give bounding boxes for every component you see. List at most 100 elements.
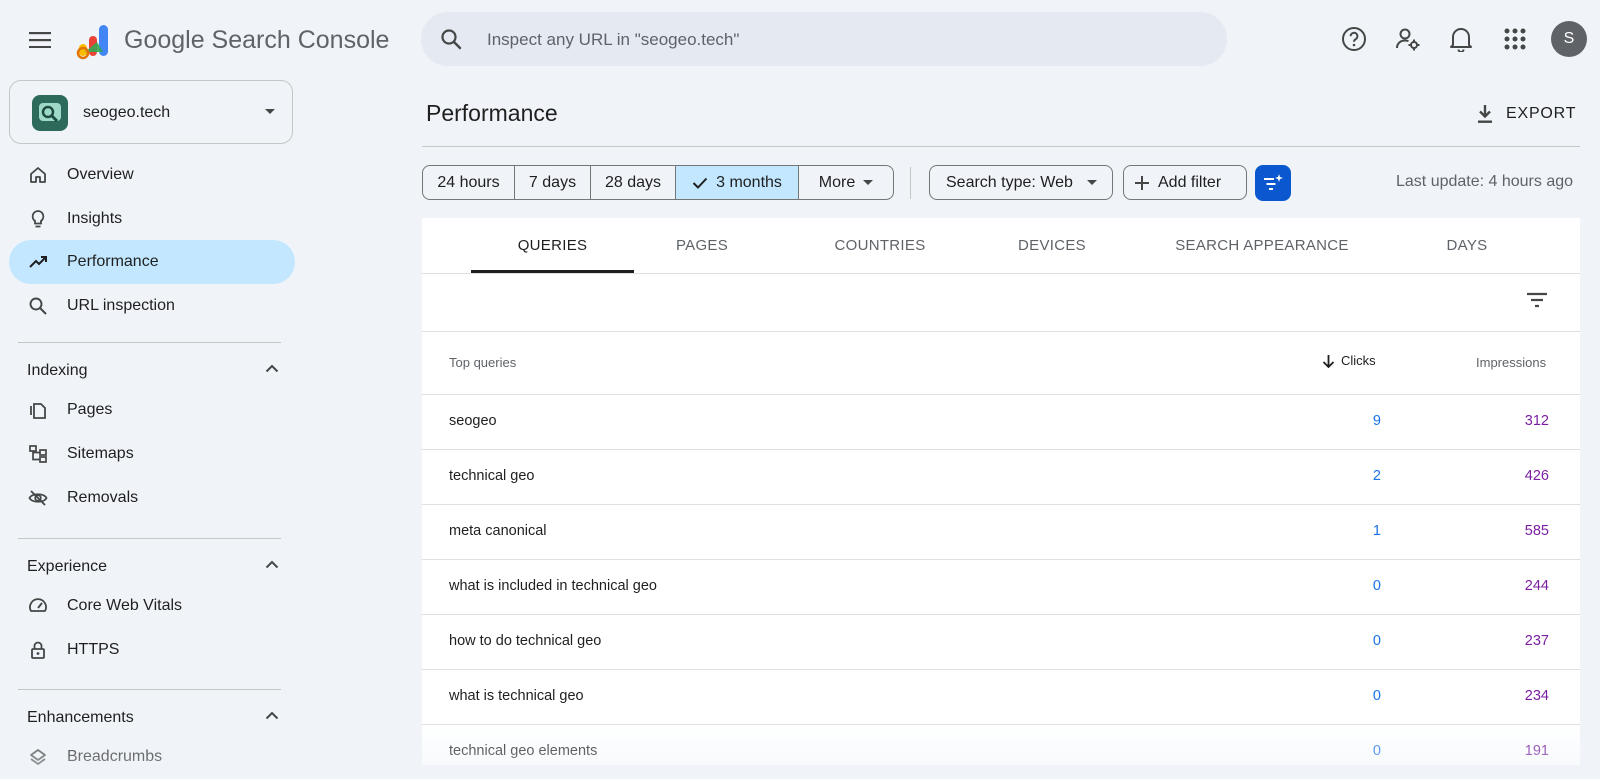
property-logo-icon <box>39 103 61 122</box>
clicks-header-label: Clicks <box>1341 353 1376 368</box>
account-avatar[interactable]: S <box>1551 21 1587 57</box>
clicks-cell: 0 <box>1372 688 1381 704</box>
table-row[interactable]: what is included in technical geo 0 244 <box>422 560 1580 615</box>
caret-down-icon <box>265 109 275 114</box>
table-row[interactable]: technical geo elements 0 191 <box>422 725 1580 779</box>
tab-countries[interactable]: COUNTRIES <box>812 218 948 273</box>
clicks-cell: 0 <box>1372 578 1381 594</box>
table-header: Top queries Clicks Impressions <box>422 332 1580 395</box>
impressions-cell: 585 <box>1524 523 1549 539</box>
page-title: Performance <box>426 100 558 126</box>
range-7-days[interactable]: 7 days <box>515 166 591 199</box>
range-28-days[interactable]: 28 days <box>591 166 676 199</box>
tab-devices[interactable]: DEVICES <box>992 218 1112 273</box>
help-button[interactable] <box>1338 23 1370 55</box>
nav-core-web-vitals[interactable]: Core Web Vitals <box>9 584 295 628</box>
tab-label: DAYS <box>1446 237 1488 254</box>
user-settings-icon <box>1396 28 1420 51</box>
chevron-up-icon <box>265 364 279 373</box>
nav-performance[interactable]: Performance <box>9 240 295 284</box>
nav-label: Pages <box>67 401 113 418</box>
search-icon <box>441 29 462 50</box>
filter-separator <box>910 167 911 199</box>
column-header-queries[interactable]: Top queries <box>449 355 516 370</box>
property-name: seogeo.tech <box>83 104 171 121</box>
impressions-cell: 312 <box>1524 413 1549 429</box>
query-cell: meta canonical <box>449 523 547 539</box>
table-row[interactable]: seogeo 9 312 <box>422 395 1580 450</box>
nav-pages[interactable]: Pages <box>9 388 295 432</box>
smart-filter-button[interactable] <box>1255 165 1291 201</box>
nav-overview[interactable]: Overview <box>9 153 295 197</box>
sidebar: seogeo.tech Overview Insights Performanc… <box>0 78 300 766</box>
column-header-impressions[interactable]: Impressions <box>1476 355 1546 370</box>
nav-removals[interactable]: Removals <box>9 476 295 520</box>
app-title: Google Search Console <box>124 26 390 54</box>
tab-queries[interactable]: QUERIES <box>471 218 634 273</box>
sidebar-divider <box>18 342 281 343</box>
sitemap-icon <box>29 445 47 463</box>
search-console-logo[interactable] <box>75 22 113 60</box>
url-inspection-search[interactable] <box>421 12 1227 68</box>
export-button[interactable]: EXPORT <box>1476 96 1576 132</box>
column-header-clicks[interactable]: Clicks <box>1322 353 1376 368</box>
nav-breadcrumbs[interactable]: Breadcrumbs <box>9 735 295 779</box>
section-enhancements[interactable]: Enhancements <box>27 703 287 733</box>
property-selector[interactable]: seogeo.tech <box>9 80 293 144</box>
table-row[interactable]: technical geo 2 426 <box>422 450 1580 505</box>
filter-sparkle-icon <box>1264 174 1283 190</box>
notifications-button[interactable] <box>1445 23 1477 55</box>
table-row[interactable]: what is technical geo 0 234 <box>422 670 1580 725</box>
impressions-cell: 426 <box>1524 468 1549 484</box>
last-update-text: Last update: 4 hours ago <box>1396 173 1574 190</box>
nav-https[interactable]: HTTPS <box>9 628 295 672</box>
clicks-cell: 2 <box>1372 468 1381 484</box>
nav-url-inspection[interactable]: URL inspection <box>9 284 295 328</box>
nav-insights[interactable]: Insights <box>9 197 295 241</box>
section-title: Enhancements <box>27 709 134 726</box>
help-icon <box>1342 27 1366 51</box>
trending-up-icon <box>29 256 47 268</box>
add-filter-label: Add filter <box>1158 173 1222 191</box>
clicks-cell: 9 <box>1372 413 1381 429</box>
nav-label: URL inspection <box>67 297 175 314</box>
plus-icon <box>1135 175 1149 190</box>
table-row[interactable]: how to do technical geo 0 237 <box>422 615 1580 670</box>
tab-search-appearance[interactable]: SEARCH APPEARANCE <box>1167 218 1357 273</box>
range-more[interactable]: More <box>799 166 893 199</box>
filter-rows-icon[interactable] <box>1525 290 1549 310</box>
add-filter-button[interactable]: Add filter <box>1123 165 1247 200</box>
google-apps-button[interactable] <box>1499 23 1531 55</box>
sidebar-divider <box>18 689 281 690</box>
speedometer-icon <box>29 598 47 612</box>
nav-label: Insights <box>67 210 123 227</box>
range-24-hours[interactable]: 24 hours <box>423 166 515 199</box>
table-row[interactable]: meta canonical 1 585 <box>422 505 1580 560</box>
main-menu-button[interactable] <box>22 22 58 58</box>
search-input[interactable] <box>485 12 1209 68</box>
section-experience[interactable]: Experience <box>27 552 287 582</box>
tab-label: COUNTRIES <box>834 237 926 254</box>
tab-days[interactable]: DAYS <box>1422 218 1512 273</box>
range-label: More <box>818 173 856 191</box>
search-console-settings-button[interactable] <box>1392 23 1424 55</box>
tab-pages[interactable]: PAGES <box>652 218 752 273</box>
impressions-cell: 237 <box>1524 633 1549 649</box>
property-favicon <box>32 95 68 131</box>
tab-label: QUERIES <box>517 237 588 254</box>
query-cell: what is included in technical geo <box>449 578 657 594</box>
top-bar: Google Search Console S <box>0 0 1600 78</box>
search-type-filter[interactable]: Search type: Web <box>929 165 1113 200</box>
tab-label: SEARCH APPEARANCE <box>1175 237 1349 254</box>
range-3-months[interactable]: 3 months <box>676 166 799 199</box>
query-cell: seogeo <box>449 413 497 429</box>
checkmark-icon <box>692 177 708 189</box>
impressions-cell: 244 <box>1524 578 1549 594</box>
chevron-up-icon <box>265 711 279 720</box>
sidebar-divider <box>18 538 281 539</box>
section-indexing[interactable]: Indexing <box>27 356 287 386</box>
nav-sitemaps[interactable]: Sitemaps <box>9 432 295 476</box>
tab-label: PAGES <box>675 237 729 254</box>
pages-icon <box>30 403 46 419</box>
range-label: 24 hours <box>437 173 500 191</box>
